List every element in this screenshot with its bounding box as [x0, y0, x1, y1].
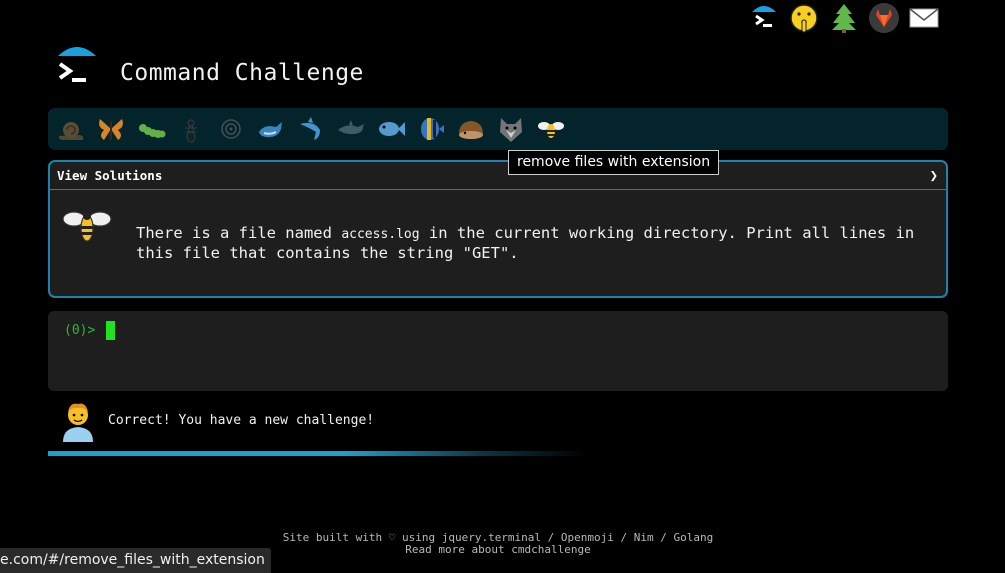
dolphin-icon[interactable] [335, 113, 367, 145]
snail-icon[interactable] [55, 113, 87, 145]
challenge-description: There is a file named access.log in the … [136, 224, 936, 262]
bee-icon [62, 208, 112, 244]
feedback-message: Correct! You have a new challenge! [108, 413, 375, 428]
fish-icon[interactable] [375, 113, 407, 145]
view-solutions-toggle[interactable]: View Solutions ❯ [50, 162, 946, 190]
status-url: e.com/#/remove_files_with_extension [0, 548, 271, 573]
challenge-body: There is a file named access.log in the … [50, 190, 946, 296]
view-solutions-label[interactable]: View Solutions [57, 168, 162, 183]
bee-icon[interactable] [535, 113, 567, 145]
terminal-prompt: (0)> [64, 323, 96, 338]
terminal[interactable]: (0)> [48, 311, 948, 391]
mail-icon[interactable] [908, 2, 940, 34]
file-name: access.log [341, 227, 420, 242]
caterpillar-icon[interactable] [135, 113, 167, 145]
terminal-umbrella-icon[interactable] [748, 2, 780, 34]
hedgehog-icon[interactable] [455, 113, 487, 145]
butterfly-icon[interactable] [95, 113, 127, 145]
wolf-icon[interactable] [495, 113, 527, 145]
tree-icon[interactable] [828, 2, 860, 34]
shark-icon[interactable] [295, 113, 327, 145]
top-nav [748, 0, 948, 36]
logo-icon[interactable] [52, 44, 102, 94]
ant-icon[interactable] [175, 113, 207, 145]
person-icon [60, 402, 96, 442]
level-tooltip: remove files with extension [508, 150, 720, 175]
gitlab-icon[interactable] [868, 2, 900, 34]
spiral-shell-icon[interactable] [215, 113, 247, 145]
shushing-face-icon[interactable] [788, 2, 820, 34]
page-header: Command Challenge [52, 44, 452, 96]
feedback-row: Correct! You have a new challenge! [48, 400, 948, 444]
terminal-cursor[interactable] [106, 321, 115, 340]
tropical-fish-icon[interactable] [415, 113, 447, 145]
progress-bar [48, 451, 588, 456]
chevron-right-icon[interactable]: ❯ [930, 168, 938, 184]
challenge-text-before: There is a file named [136, 224, 342, 242]
challenge-panel: View Solutions ❯ There is a file named a… [48, 160, 948, 298]
level-bar [48, 108, 948, 150]
page-title: Command Challenge [120, 60, 364, 86]
whale-icon[interactable] [255, 113, 287, 145]
